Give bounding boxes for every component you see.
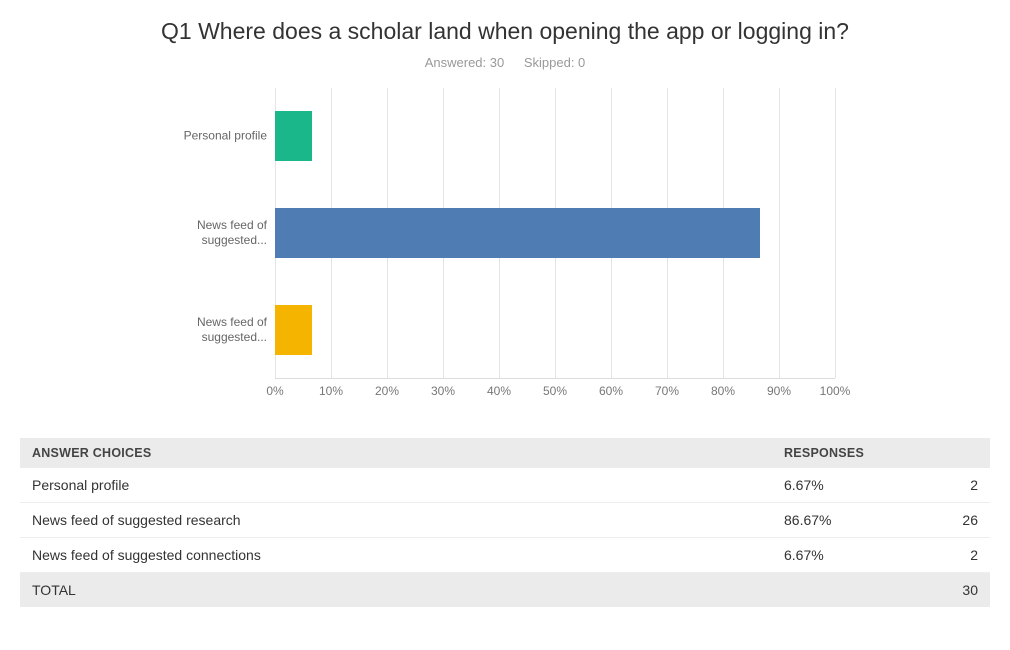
x-tick-label: 100% (820, 384, 851, 398)
x-tick-label: 60% (599, 384, 623, 398)
table-row: News feed of suggested connections6.67%2 (20, 538, 990, 573)
answer-pct: 6.67% (772, 538, 896, 573)
y-tick-label: News feed of suggested... (175, 218, 267, 248)
answer-pct: 86.67% (772, 503, 896, 538)
bar (275, 111, 312, 161)
bar-chart: 0%10%20%30%40%50%60%70%80%90%100%Persona… (175, 88, 835, 408)
table-row: News feed of suggested research86.67%26 (20, 503, 990, 538)
x-tick-label: 80% (711, 384, 735, 398)
answer-label: Personal profile (20, 468, 772, 503)
question-title: Q1 Where does a scholar land when openin… (20, 18, 990, 45)
answer-pct: 6.67% (772, 468, 896, 503)
answer-label: News feed of suggested connections (20, 538, 772, 573)
answer-count: 2 (896, 468, 990, 503)
table-total-row: TOTAL 30 (20, 573, 990, 608)
y-tick-label: Personal profile (175, 129, 267, 144)
x-tick-label: 70% (655, 384, 679, 398)
y-tick-label: News feed of suggested... (175, 315, 267, 345)
col-responses: RESPONSES (772, 438, 990, 468)
x-tick-label: 0% (266, 384, 283, 398)
table-row: Personal profile6.67%2 (20, 468, 990, 503)
bar (275, 208, 760, 258)
answer-label: News feed of suggested research (20, 503, 772, 538)
answered-count: Answered: 30 (425, 55, 505, 70)
response-meta: Answered: 30 Skipped: 0 (20, 55, 990, 70)
x-tick-label: 50% (543, 384, 567, 398)
x-tick-label: 20% (375, 384, 399, 398)
x-tick-label: 30% (431, 384, 455, 398)
col-answer-choices: ANSWER CHOICES (20, 438, 772, 468)
bar (275, 305, 312, 355)
answer-count: 26 (896, 503, 990, 538)
x-tick-label: 10% (319, 384, 343, 398)
x-tick-label: 90% (767, 384, 791, 398)
answer-count: 2 (896, 538, 990, 573)
skipped-count: Skipped: 0 (524, 55, 585, 70)
gridline (835, 88, 836, 378)
gridline (779, 88, 780, 378)
x-tick-label: 40% (487, 384, 511, 398)
total-label: TOTAL (20, 573, 772, 608)
results-table: ANSWER CHOICES RESPONSES Personal profil… (20, 438, 990, 607)
total-count: 30 (896, 573, 990, 608)
